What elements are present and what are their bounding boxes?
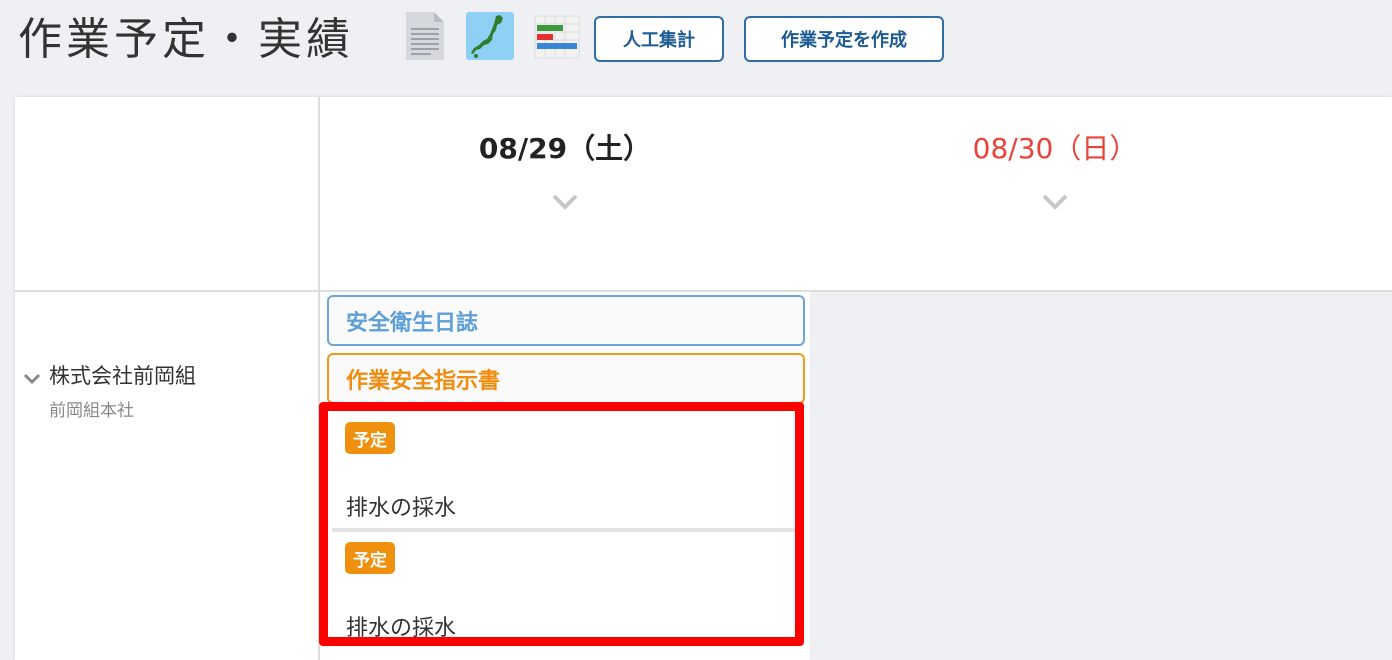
date-label: 08/30（日） [972, 132, 1138, 165]
chevron-down-icon[interactable] [1042, 193, 1068, 211]
day-cell-0829: 安全衛生日誌 作業安全指示書 予定 排水の採水 予定 排水の採水 [319, 292, 810, 660]
page-title: 作業予定・実績 [18, 14, 354, 65]
date-column-0830[interactable]: 08/30（日） [810, 97, 1300, 290]
company-name[interactable]: 株式会社前岡組 [49, 360, 196, 390]
chevron-down-icon[interactable] [23, 372, 41, 386]
schedule-panel: 08/29（土） 08/30（日） 株式会社前岡組 前岡組本社 安全衛生日誌 作… [15, 97, 1392, 660]
chevron-down-icon[interactable] [552, 193, 578, 211]
date-header-row: 08/29（土） 08/30（日） [320, 97, 1392, 292]
gantt-chart-icon[interactable] [533, 12, 581, 60]
company-column: 株式会社前岡組 前岡組本社 [15, 292, 320, 660]
safety-journal-button[interactable]: 安全衛生日誌 [327, 295, 805, 346]
document-icon[interactable] [404, 12, 452, 60]
date-label: 08/29（土） [478, 132, 652, 165]
company-branch: 前岡組本社 [49, 401, 134, 421]
create-plan-button[interactable]: 作業予定を作成 [744, 16, 944, 62]
japan-map-icon[interactable] [466, 12, 514, 60]
manpower-summary-button[interactable]: 人工集計 [594, 16, 724, 62]
schedule-grid: 安全衛生日誌 作業安全指示書 予定 排水の採水 予定 排水の採水 [319, 292, 1392, 660]
safety-instruction-button[interactable]: 作業安全指示書 [327, 353, 805, 404]
highlight-box [319, 402, 804, 646]
corner-cell [15, 97, 320, 292]
date-column-0829[interactable]: 08/29（土） [320, 97, 810, 290]
